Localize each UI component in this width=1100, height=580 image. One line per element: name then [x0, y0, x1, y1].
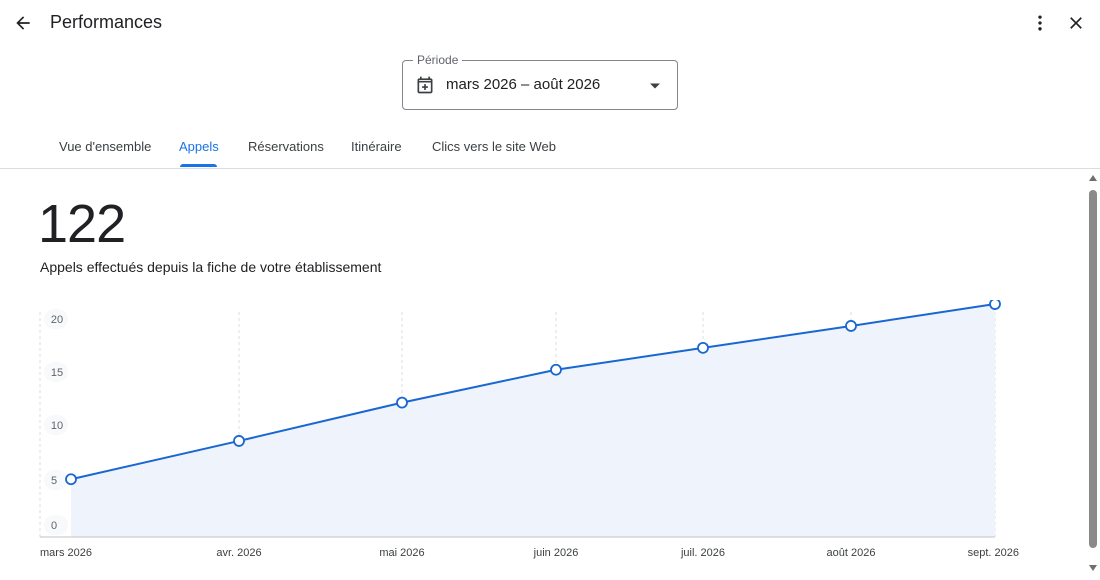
tab-overview[interactable]: Vue d'ensemble	[59, 139, 151, 154]
chart-data-point	[550, 363, 562, 376]
tab-website-clicks[interactable]: Clics vers le site Web	[432, 139, 556, 154]
vertical-scrollbar[interactable]	[1086, 170, 1100, 580]
arrow-back-icon	[16, 16, 30, 30]
chart-data-point	[396, 396, 408, 409]
chart-data-point	[65, 473, 77, 486]
chart-data-point	[845, 320, 857, 332]
top-bar: Performances	[0, 0, 1100, 46]
x-tick-label: sept. 2026	[968, 547, 1019, 559]
x-tick-label: août 2026	[827, 547, 876, 559]
x-tick-label: juil. 2026	[680, 547, 725, 559]
dropdown-arrow-icon	[650, 83, 660, 89]
tab-bar: Vue d'ensemble Appels Réservations Itiné…	[0, 128, 1100, 169]
scroll-down-arrow-icon[interactable]	[1089, 564, 1097, 572]
y-tick-label: 15	[51, 367, 63, 379]
y-tick-label: 20	[51, 314, 63, 326]
x-tick-label: mars 2026	[40, 547, 92, 559]
tab-directions[interactable]: Itinéraire	[351, 139, 402, 154]
chart-x-ticks: mars 2026 avr. 2026 mai 2026 juin 2026 juil.…	[40, 547, 1019, 559]
period-label: Période	[413, 53, 463, 67]
close-button[interactable]	[1064, 10, 1088, 36]
y-tick-label: 5	[51, 475, 57, 487]
active-tab-indicator	[180, 164, 217, 167]
x-tick-label: mai 2026	[379, 547, 424, 559]
chart-data-point	[233, 435, 245, 447]
chart-y-ticks: 0 5 10 15 20	[44, 309, 68, 535]
calls-chart: 0 5 10 15 20 mars 2026 avr. 2026 mai 2026 juin …	[39, 300, 1019, 559]
tab-calls[interactable]: Appels	[179, 139, 219, 154]
back-button[interactable]	[10, 10, 36, 36]
more-vert-icon	[1038, 15, 1042, 31]
period-selector[interactable]: Période mars 2026 – août 2026	[402, 53, 678, 110]
chart-area-fill	[71, 304, 995, 537]
scrollbar-thumb[interactable]	[1089, 190, 1097, 548]
x-tick-label: juin 2026	[533, 547, 579, 559]
page-title: Performances	[50, 12, 163, 32]
more-options-button[interactable]	[1028, 10, 1052, 36]
tab-reservations[interactable]: Réservations	[248, 139, 324, 154]
chart-data-point	[989, 300, 1001, 310]
y-tick-label: 10	[51, 420, 63, 432]
calendar-icon	[417, 76, 433, 94]
calls-total: 122	[38, 194, 126, 254]
close-icon	[1070, 17, 1082, 29]
y-tick-label: 0	[51, 520, 57, 532]
period-value: mars 2026 – août 2026	[446, 76, 601, 93]
chart-data-point	[697, 341, 709, 354]
x-tick-label: avr. 2026	[216, 547, 261, 559]
calls-description: Appels effectués depuis la fiche de votr…	[40, 259, 382, 275]
chart-area-layer	[40, 303, 996, 538]
scroll-up-arrow-icon[interactable]	[1089, 174, 1097, 182]
